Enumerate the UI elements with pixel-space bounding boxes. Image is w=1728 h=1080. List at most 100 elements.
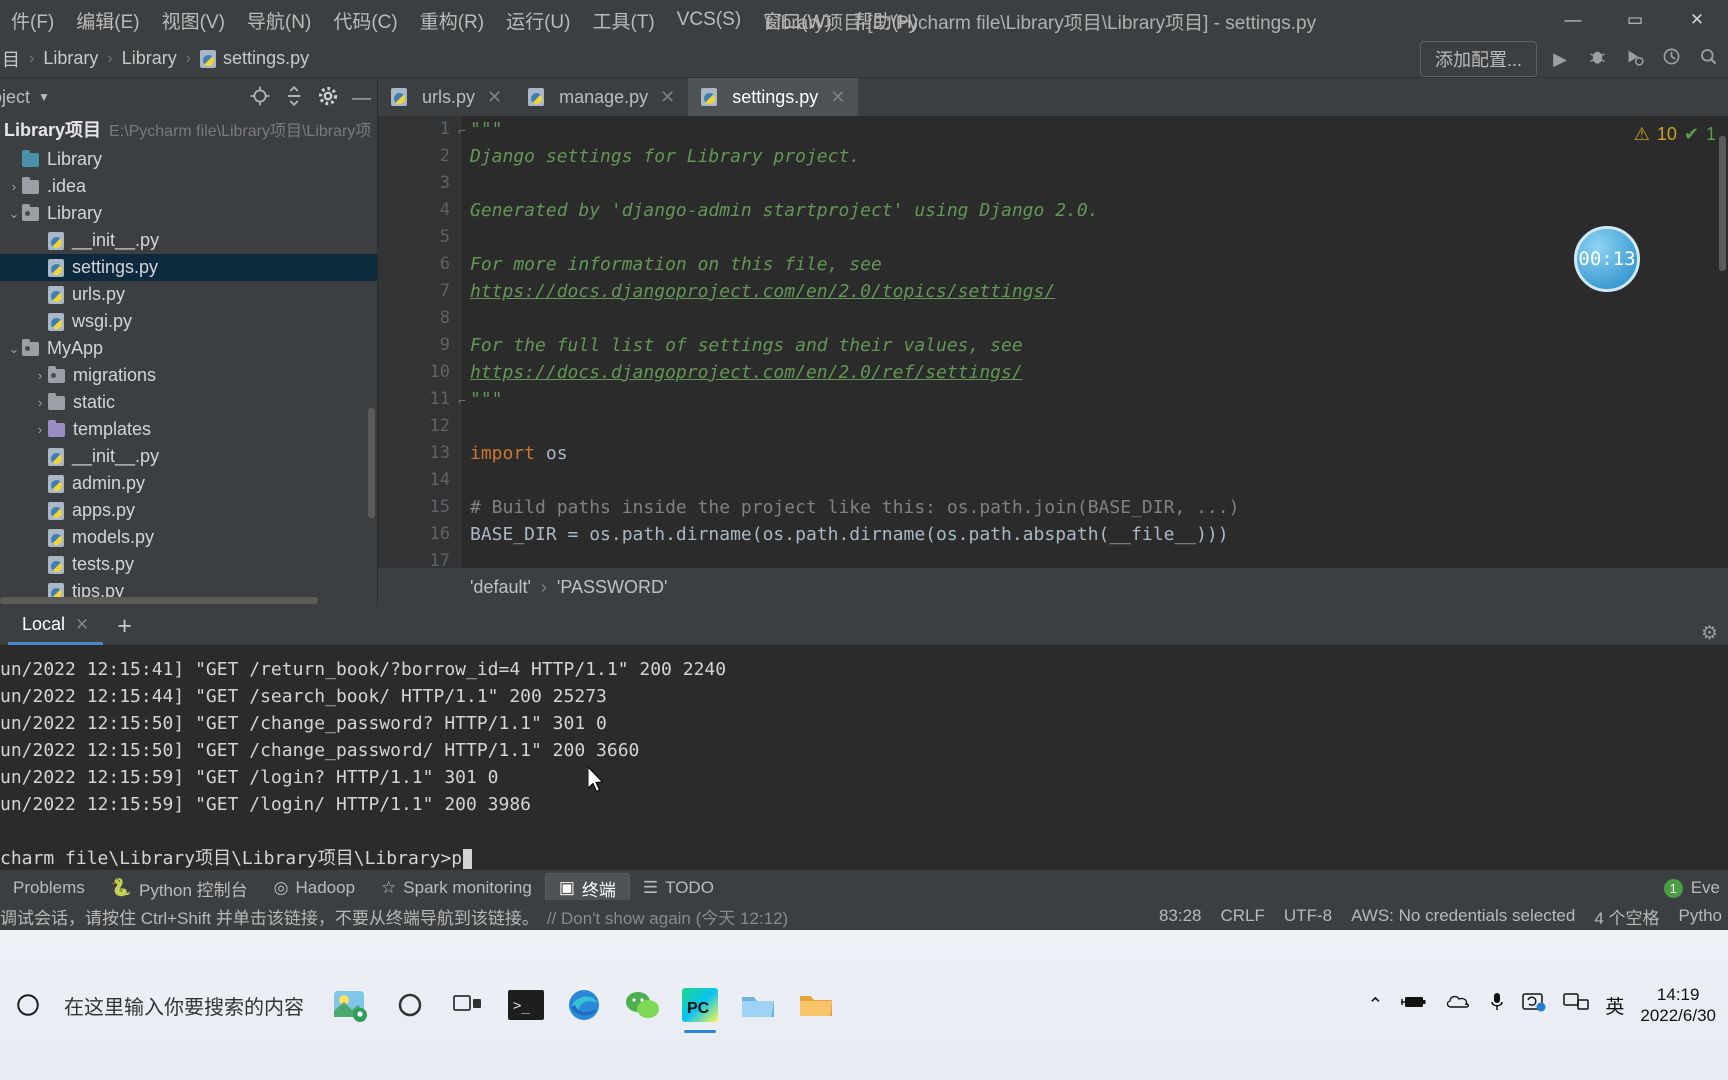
- battery-icon[interactable]: [1399, 993, 1429, 1017]
- menu-item-5[interactable]: 重构(R): [409, 7, 495, 34]
- dont-show-again-link[interactable]: // Don't show again (今天 12:12): [547, 904, 788, 929]
- editor-tab-urls-py[interactable]: urls.py ✕: [378, 78, 515, 116]
- maximize-button[interactable]: ▭: [1604, 0, 1666, 40]
- hide-panel-icon[interactable]: —: [352, 88, 371, 110]
- menu-item-8[interactable]: VCS(S): [666, 9, 752, 31]
- profile-icon[interactable]: [1657, 47, 1685, 71]
- tool-window-button-spark-monitoring[interactable]: ☆ Spark monitoring: [368, 878, 545, 898]
- taskbar-search[interactable]: 在这里输入你要搜索的内容: [56, 991, 304, 1020]
- close-button[interactable]: ✕: [1666, 0, 1728, 40]
- tree-item-urls-py[interactable]: urls.py: [0, 281, 377, 308]
- tree-item-models-py[interactable]: models.py: [0, 524, 377, 551]
- indent-setting[interactable]: 4 个空格: [1594, 904, 1659, 929]
- code-editor[interactable]: 1 ⌐ 2 3 4 5 6 7 8 9 10 11 ⌐ 12 13 14 15 16 17 """ Django se…: [378, 116, 1728, 606]
- tree-item-tests-py[interactable]: tests.py: [0, 551, 377, 578]
- terminal-prompt[interactable]: charm file\Library项目\Library项目\Library>p: [0, 845, 1728, 870]
- terminal-tab-local[interactable]: Local ✕: [8, 607, 104, 645]
- cortana-icon[interactable]: [388, 983, 432, 1027]
- code-token[interactable]: https://docs.djangoproject.com/en/2.0/re…: [470, 362, 1023, 383]
- code-content[interactable]: """ Django settings for Library project. G…: [462, 116, 1728, 606]
- sync-icon[interactable]: [1521, 991, 1547, 1019]
- tree-item-templates[interactable]: › templates: [0, 416, 377, 443]
- chevron-right-icon[interactable]: ›: [32, 368, 48, 383]
- file-encoding[interactable]: UTF-8: [1284, 906, 1332, 926]
- python-interpreter[interactable]: Pytho: [1679, 906, 1722, 926]
- tool-window-button-hadoop[interactable]: ◎ Hadoop: [261, 878, 368, 898]
- tree-item---init---py[interactable]: __init__.py: [0, 227, 377, 254]
- menu-item-2[interactable]: 视图(V): [151, 7, 236, 34]
- ime-indicator[interactable]: 英: [1605, 992, 1624, 1019]
- inspection-widget[interactable]: ⚠ 10 ✔ 1: [1634, 124, 1716, 145]
- breadcrumb-item-2[interactable]: Library: [122, 48, 177, 69]
- pycharm-icon[interactable]: PC: [678, 983, 722, 1033]
- close-icon[interactable]: ✕: [830, 87, 845, 108]
- tree-item---init---py[interactable]: __init__.py: [0, 443, 377, 470]
- tool-window-button-problems[interactable]: Problems: [0, 878, 98, 898]
- chevron-down-icon[interactable]: ⌄: [6, 206, 22, 222]
- breadcrumb-item-1[interactable]: Library: [43, 48, 98, 69]
- terminal-icon[interactable]: >_: [504, 983, 548, 1027]
- collapse-all-icon[interactable]: [284, 85, 304, 112]
- breadcrumb-default[interactable]: 'default': [470, 577, 531, 598]
- tree-item-admin-py[interactable]: admin.py: [0, 470, 377, 497]
- chevron-down-icon[interactable]: ▼: [38, 90, 50, 104]
- edge-icon[interactable]: [562, 983, 606, 1027]
- close-icon[interactable]: ✕: [660, 87, 675, 108]
- add-configuration-button[interactable]: 添加配置...: [1419, 41, 1537, 77]
- menu-item-6[interactable]: 运行(U): [495, 7, 581, 34]
- aws-credentials[interactable]: AWS: No credentials selected: [1351, 906, 1575, 926]
- mic-icon[interactable]: [1489, 991, 1505, 1019]
- timer-badge[interactable]: 00:13: [1574, 226, 1640, 292]
- line-separator[interactable]: CRLF: [1221, 906, 1265, 926]
- editor-tab-manage-py[interactable]: manage.py ✕: [515, 78, 688, 116]
- search-everywhere-icon[interactable]: [1694, 47, 1722, 71]
- tree-item-apps-py[interactable]: apps.py: [0, 497, 377, 524]
- folder-icon[interactable]: [794, 983, 838, 1027]
- display-icon[interactable]: [1563, 992, 1590, 1018]
- debug-icon[interactable]: [1583, 47, 1611, 71]
- tool-window-button-终端[interactable]: ▣ 终端: [544, 873, 630, 903]
- close-icon[interactable]: ✕: [75, 615, 89, 635]
- breadcrumb-password[interactable]: 'PASSWORD': [557, 577, 668, 598]
- tree-item-library[interactable]: ⌄ Library: [0, 200, 377, 227]
- tool-window-button-python-控制台[interactable]: 🐍 Python 控制台: [98, 876, 261, 901]
- project-vertical-scrollbar[interactable]: [368, 408, 375, 518]
- menu-item-3[interactable]: 导航(N): [236, 7, 322, 34]
- close-icon[interactable]: ✕: [487, 87, 502, 108]
- gear-icon[interactable]: [318, 86, 338, 112]
- tree-item--idea[interactable]: › .idea: [0, 173, 377, 200]
- locate-icon[interactable]: [250, 86, 270, 112]
- tree-item-settings-py[interactable]: settings.py: [0, 254, 377, 281]
- tree-item-static[interactable]: › static: [0, 389, 377, 416]
- chevron-right-icon[interactable]: ›: [32, 395, 48, 410]
- tree-item-library[interactable]: Library: [0, 146, 377, 173]
- chevron-down-icon[interactable]: ⌄: [6, 341, 22, 357]
- start-button[interactable]: [0, 992, 56, 1018]
- menu-item-1[interactable]: 编辑(E): [65, 7, 150, 34]
- event-log-area[interactable]: 1 Eve: [1663, 878, 1728, 898]
- explorer2-icon[interactable]: [736, 983, 780, 1027]
- new-terminal-button[interactable]: +: [107, 612, 142, 645]
- run-coverage-icon[interactable]: [1620, 47, 1648, 71]
- terminal-output[interactable]: un/2022 12:15:41] "GET /return_book/?bor…: [0, 646, 1728, 870]
- terminal-settings-icon[interactable]: ⚙: [1701, 622, 1728, 645]
- taskbar-clock[interactable]: 14:19 2022/6/30: [1640, 984, 1716, 1027]
- tree-item-myapp[interactable]: ⌄ MyApp: [0, 335, 377, 362]
- tool-window-button-todo[interactable]: ☰ TODO: [630, 878, 727, 898]
- chevron-right-icon[interactable]: ›: [32, 422, 48, 437]
- chevron-up-icon[interactable]: ⌃: [1367, 994, 1383, 1017]
- onedrive-icon[interactable]: [1445, 993, 1473, 1017]
- wechat-icon[interactable]: [620, 983, 664, 1027]
- editor-vertical-scrollbar[interactable]: [1719, 136, 1726, 271]
- breadcrumb-item-0[interactable]: 目: [2, 46, 20, 72]
- editor-tab-settings-py[interactable]: settings.py ✕: [688, 78, 859, 116]
- project-root-row[interactable]: Library项目 E:\Pycharm file\Library项目\Libr…: [0, 116, 377, 146]
- tree-item-migrations[interactable]: › migrations: [0, 362, 377, 389]
- chevron-right-icon[interactable]: ›: [6, 179, 22, 194]
- project-horizontal-scrollbar[interactable]: [0, 597, 318, 604]
- minimize-button[interactable]: —: [1542, 0, 1604, 40]
- menu-item-0[interactable]: 件(F): [0, 7, 65, 34]
- code-token[interactable]: https://docs.djangoproject.com/en/2.0/to…: [470, 281, 1055, 302]
- tree-item-wsgi-py[interactable]: wsgi.py: [0, 308, 377, 335]
- menu-item-4[interactable]: 代码(C): [322, 7, 408, 34]
